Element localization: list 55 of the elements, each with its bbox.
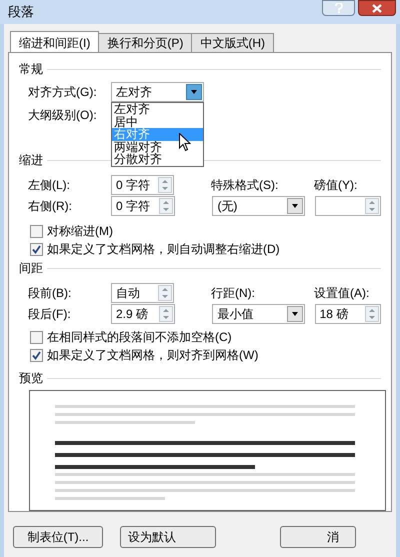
spin-field[interactable]: 0 字符	[111, 174, 174, 195]
help-button[interactable]	[322, 0, 355, 16]
spinner-arrows-icon	[158, 176, 172, 193]
section-title: 间距	[19, 260, 43, 276]
close-button[interactable]	[358, 0, 396, 16]
close-icon	[372, 4, 382, 12]
checkbox-label: 如果定义了文档网格，则自动调整右缩进(D)	[47, 241, 280, 258]
mouse-pointer-icon	[179, 133, 191, 152]
check-icon	[32, 244, 41, 254]
spinner-arrows-icon	[159, 306, 174, 322]
field-label: 行距(N):	[211, 284, 256, 302]
check-icon	[32, 350, 41, 360]
field-label: 对齐方式(G):	[28, 84, 98, 101]
checkbox[interactable]	[30, 224, 43, 238]
section-title: 缩进	[19, 152, 43, 168]
spinner-arrows-icon	[158, 284, 172, 301]
dialog-button[interactable]: 消	[280, 526, 356, 548]
tab[interactable]: 换行和分页(P)	[98, 33, 192, 52]
field-label: 右侧(R):	[28, 198, 73, 216]
checkbox[interactable]	[30, 348, 43, 362]
dialog-button[interactable]: 设为默认	[120, 526, 216, 548]
field-label: 大纲级别(O):	[28, 107, 98, 124]
field-label: 磅值(Y):	[314, 176, 358, 194]
spinner-arrows-icon	[365, 306, 379, 322]
checkbox-label: 在相同样式的段落间不添加空格(C)	[47, 329, 232, 346]
field-label: 特殊格式(S):	[211, 176, 280, 194]
spin-field[interactable]: 18 磅	[314, 304, 381, 324]
help-icon	[334, 3, 342, 13]
select-field[interactable]: 最小值	[212, 304, 305, 324]
spinner-arrows-icon	[365, 198, 379, 214]
field-label: 段前(B):	[28, 284, 72, 302]
spin-field[interactable]: 自动	[111, 282, 174, 303]
checkbox[interactable]	[30, 242, 43, 256]
spin-field[interactable]: 2.9 磅	[111, 304, 176, 324]
spin-field[interactable]: 0 字符	[111, 196, 176, 216]
dropdown-option[interactable]: 左对齐	[112, 103, 203, 116]
field-label: 设置值(A):	[314, 284, 370, 302]
dropdown-option[interactable]: 两端对齐	[112, 140, 203, 153]
field-label: 段后(F):	[28, 306, 72, 324]
dropdown-option[interactable]: 分散对齐	[112, 153, 203, 166]
dropdown-option[interactable]: 居中	[112, 116, 203, 128]
select-field[interactable]: (无)	[212, 196, 305, 216]
checkbox-label: 对称缩进(M)	[47, 223, 113, 240]
tab[interactable]: 缩进和间距(I)	[10, 31, 100, 53]
checkbox[interactable]	[30, 330, 43, 344]
section-title: 常规	[19, 61, 43, 77]
tab[interactable]: 中文版式(H)	[191, 33, 274, 52]
alignment-dropdown[interactable]: 左对齐	[111, 82, 204, 102]
spin-field[interactable]	[314, 196, 381, 216]
dialog-button[interactable]: 制表位(T)...	[13, 526, 103, 548]
field-label: 左侧(L):	[28, 176, 71, 194]
checkbox-label: 如果定义了文档网格，则对齐到网格(W)	[47, 347, 258, 364]
spinner-arrows-icon	[159, 198, 174, 214]
section-title: 预览	[19, 370, 43, 386]
window-title: 段落	[8, 4, 34, 20]
